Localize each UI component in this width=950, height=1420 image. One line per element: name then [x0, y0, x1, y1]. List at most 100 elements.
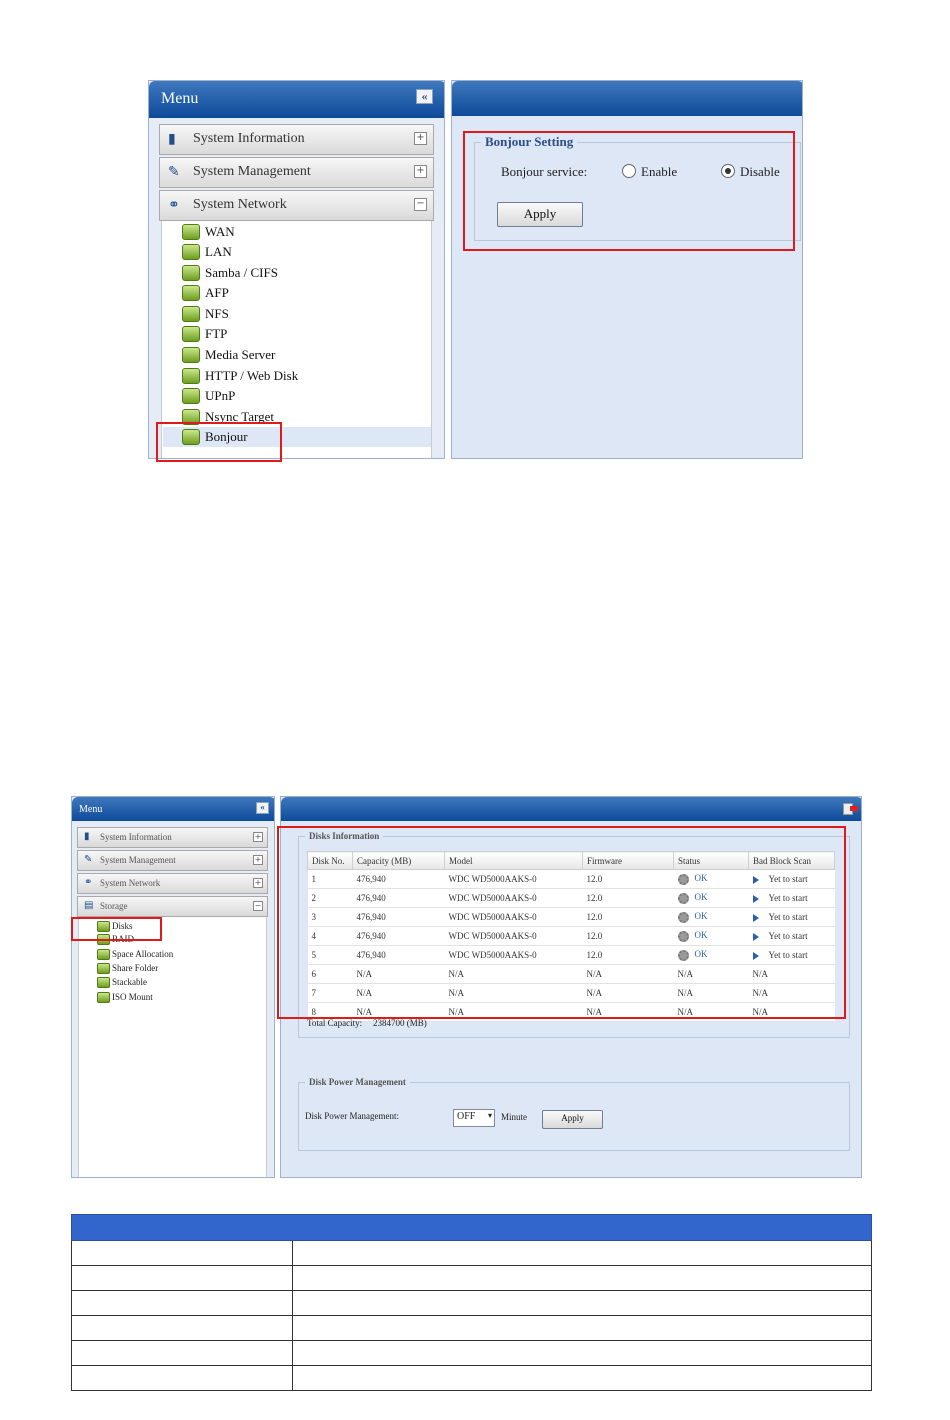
table-header-row: [71, 1214, 872, 1241]
menu-header: Menu «: [72, 797, 274, 821]
minute-label: Minute: [501, 1112, 527, 1122]
expand-icon[interactable]: +: [414, 165, 427, 178]
tools-icon: ✎: [168, 165, 180, 180]
disk-power-label: Disk Power Management:: [305, 1111, 399, 1121]
item-icon: [182, 265, 200, 281]
menu-title: Menu: [79, 804, 103, 815]
category-label: System Network: [100, 878, 161, 888]
menu-panel: Menu « ▮ System Information + ✎ System M…: [148, 80, 445, 459]
table-row: [71, 1290, 872, 1316]
storage-submenu: Disks RAID Space Allocation Share Folder…: [78, 917, 267, 1177]
item-icon: [182, 306, 200, 322]
fieldset-legend: Disk Power Management: [309, 1077, 406, 1087]
item-label: LAN: [205, 244, 232, 259]
table-row: [71, 1265, 872, 1291]
item-label: FTP: [205, 326, 228, 341]
item-label: Media Server: [205, 347, 276, 362]
cell: [292, 1340, 872, 1366]
item-label: HTTP / Web Disk: [205, 368, 299, 383]
menu-panel: Menu « ▮ System Information + ✎ System Mana…: [71, 796, 275, 1178]
item-label: AFP: [205, 285, 229, 300]
cell: [292, 1240, 872, 1266]
cell: [71, 1290, 293, 1316]
item-label: Stackable: [112, 977, 147, 987]
content-header: [281, 797, 861, 821]
monitor-icon: ▮: [168, 132, 176, 147]
item-icon: [182, 285, 200, 301]
item-icon: [182, 244, 200, 260]
category-label: System Management: [100, 855, 176, 865]
logout-arrow-icon: [850, 806, 858, 811]
cell: [71, 1315, 293, 1341]
item-icon: [182, 347, 200, 363]
item-icon: [182, 368, 200, 384]
collapse-menu-icon[interactable]: «: [256, 802, 269, 814]
menu-category-system-management[interactable]: ✎ System Management +: [159, 157, 434, 188]
blank-table: [71, 1214, 872, 1391]
table-header-cell: [71, 1214, 872, 1241]
item-icon: [182, 224, 200, 240]
item-label: Samba / CIFS: [205, 265, 278, 280]
item-label: NFS: [205, 306, 229, 321]
cell: [292, 1315, 872, 1341]
table-row: [71, 1240, 872, 1266]
menu-category-system-network[interactable]: ⚭ System Network +: [77, 873, 268, 894]
menu-category-system-information[interactable]: ▮ System Information +: [159, 124, 434, 155]
item-label: ISO Mount: [112, 992, 153, 1002]
monitor-icon: ▮: [84, 831, 90, 842]
cell: [292, 1265, 872, 1291]
total-capacity-value: 2384700 (MB): [373, 1018, 427, 1028]
apply-button[interactable]: Apply: [542, 1110, 603, 1129]
cell: [71, 1240, 293, 1266]
category-label: Storage: [100, 901, 128, 911]
expand-icon[interactable]: +: [414, 132, 427, 145]
item-label: Space Allocation: [112, 949, 174, 959]
menu-header: Menu «: [149, 81, 444, 118]
cell: [71, 1340, 293, 1366]
network-icon: ⚭: [84, 877, 93, 888]
item-label: WAN: [205, 224, 235, 239]
item-label: Share Folder: [112, 963, 159, 973]
menu-category-system-information[interactable]: ▮ System Information +: [77, 827, 268, 848]
disks-screenshot: Menu « ▮ System Information + ✎ System Mana…: [71, 796, 862, 1178]
table-row: [71, 1340, 872, 1366]
expand-icon[interactable]: +: [253, 855, 263, 865]
table-row: [71, 1365, 872, 1391]
category-label: System Information: [193, 131, 305, 146]
highlight-box-disks-information: [277, 826, 846, 1019]
item-icon: [97, 949, 110, 960]
cell: [292, 1290, 872, 1316]
menu-category-system-management[interactable]: ✎ System Management +: [77, 850, 268, 871]
item-icon: [182, 388, 200, 404]
category-label: System Network: [193, 197, 287, 212]
storage-icon: ▤: [84, 900, 94, 911]
total-capacity-label: Total Capacity:: [307, 1018, 363, 1028]
item-icon: [97, 977, 110, 988]
content-header: [452, 81, 802, 116]
disk-power-select[interactable]: OFF ▾: [453, 1109, 495, 1127]
cell: [71, 1265, 293, 1291]
selected-value: OFF: [457, 1111, 476, 1122]
expand-icon[interactable]: +: [253, 878, 263, 888]
cell: [292, 1365, 872, 1391]
table-row: [71, 1315, 872, 1341]
chevron-down-icon: ▾: [487, 1111, 492, 1120]
network-icon: ⚭: [168, 198, 180, 213]
highlight-box-bonjour-item: [156, 422, 282, 462]
item-label: UPnP: [205, 388, 236, 403]
tools-icon: ✎: [84, 854, 93, 865]
collapse-menu-icon[interactable]: «: [416, 89, 433, 104]
item-icon: [182, 326, 200, 342]
highlight-box-disks-item: [71, 917, 162, 941]
expand-icon[interactable]: +: [253, 832, 263, 842]
bonjour-screenshot: Menu « ▮ System Information + ✎ System M…: [148, 80, 803, 462]
category-label: System Management: [193, 164, 311, 179]
cell: [71, 1365, 293, 1391]
menu-category-system-network[interactable]: ⚭ System Network −: [159, 190, 434, 221]
highlight-box-bonjour-setting: [463, 131, 795, 251]
collapse-icon[interactable]: −: [253, 901, 263, 911]
category-label: System Information: [100, 832, 172, 842]
collapse-icon[interactable]: −: [414, 198, 427, 211]
menu-category-storage[interactable]: ▤ Storage −: [77, 896, 268, 917]
item-icon: [97, 963, 110, 974]
